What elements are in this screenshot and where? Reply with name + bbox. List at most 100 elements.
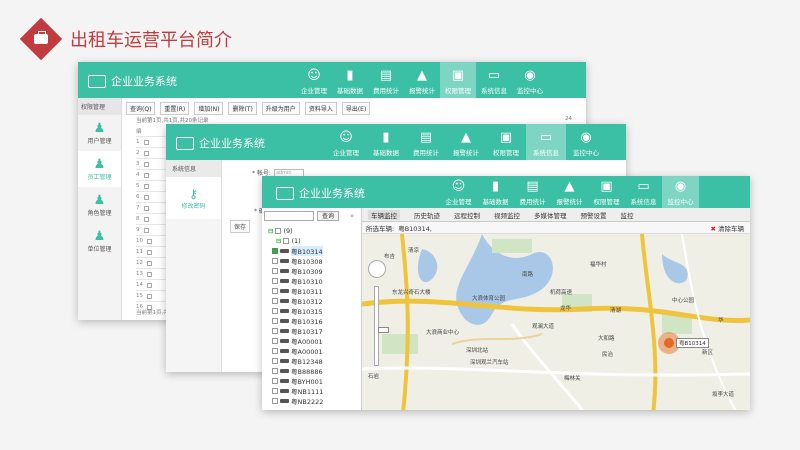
row-checkbox[interactable] — [143, 172, 149, 178]
upgrade-button[interactable]: 升级为用户 — [261, 102, 300, 115]
tree-checkbox[interactable] — [272, 348, 278, 354]
nav-system[interactable]: ▭ 系统信息 — [625, 176, 662, 208]
tree-checkbox[interactable] — [272, 388, 278, 394]
zoom-handle[interactable] — [378, 327, 389, 333]
row-checkbox[interactable] — [143, 150, 149, 156]
row-checkbox[interactable] — [147, 271, 152, 277]
nav-base-data[interactable]: ▮ 基础数据 — [332, 62, 368, 98]
row-checkbox[interactable] — [143, 205, 149, 211]
nav-alarm[interactable]: ▲ 报警统计 — [404, 62, 440, 98]
nav-monitor[interactable]: ◉ 监控中心 — [512, 62, 548, 98]
list-item[interactable]: 粤B12348 — [268, 356, 323, 366]
sidebar-item-roles[interactable]: ♟ 角色管理 — [78, 187, 121, 223]
nav-base-data[interactable]: ▮ 基础数据 — [477, 176, 514, 208]
reset-button[interactable]: 重置(R) — [160, 102, 190, 115]
list-item[interactable]: 粤B10312 — [268, 296, 323, 306]
nav-permission[interactable]: ▣ 权限管理 — [588, 176, 625, 208]
list-item[interactable]: 粤NB1111 — [268, 386, 323, 396]
nav-monitor[interactable]: ◉ 监控中心 — [662, 176, 699, 208]
row-checkbox[interactable] — [147, 238, 152, 244]
tree-checkbox[interactable] — [272, 248, 278, 254]
list-item[interactable]: 粤BYH001 — [268, 376, 323, 386]
tab-history-track[interactable]: 历史轨迹 — [414, 210, 440, 220]
tree-checkbox[interactable] — [272, 358, 278, 364]
expand-icon[interactable]: ⊟ — [276, 237, 281, 245]
list-item[interactable]: 粤B10308 — [268, 256, 323, 266]
row-checkbox[interactable] — [143, 216, 149, 222]
export-button[interactable]: 导出(E) — [341, 102, 371, 115]
row-checkbox[interactable] — [147, 249, 152, 255]
tab-monitor[interactable]: 监控 — [621, 210, 634, 220]
nav-base-data[interactable]: ▮ 基础数据 — [366, 124, 406, 160]
tree-checkbox[interactable] — [272, 298, 278, 304]
nav-cost[interactable]: ▤ 费用统计 — [368, 62, 404, 98]
tree-checkbox[interactable] — [272, 398, 278, 404]
tree-group[interactable]: ⊟ (1) — [268, 236, 323, 246]
map-view[interactable]: 布吉 清凉 东龙兴奇石大楼 大浪体育公园 大浪商业中心 深圳北站 清湖 观澜大道… — [362, 222, 750, 410]
sidebar-item-users[interactable]: ♟ 用户管理 — [78, 115, 121, 151]
tree-checkbox[interactable] — [272, 268, 278, 274]
tree-checkbox[interactable] — [272, 328, 278, 334]
row-checkbox[interactable] — [143, 183, 149, 189]
nav-permission[interactable]: ▣ 权限管理 — [486, 124, 526, 160]
sidebar-item-change-password[interactable]: ⚷ 修改密码 — [166, 177, 221, 219]
vehicle-marker[interactable]: 粤B10314 — [658, 332, 709, 354]
pan-control-icon[interactable] — [368, 260, 386, 278]
tree-checkbox[interactable] — [272, 338, 278, 344]
nav-monitor[interactable]: ◉ 监控中心 — [566, 124, 606, 160]
nav-enterprise[interactable]: ☺ 企业管理 — [326, 124, 366, 160]
nav-enterprise[interactable]: ☺ 企业管理 — [440, 176, 477, 208]
import-button[interactable]: 资料导入 — [304, 102, 337, 115]
row-checkbox[interactable] — [143, 139, 149, 145]
nav-permission[interactable]: ▣ 权限管理 — [440, 62, 476, 98]
list-item[interactable]: 粤B88886 — [268, 366, 323, 376]
nav-cost[interactable]: ▤ 费用统计 — [406, 124, 446, 160]
tree-root[interactable]: ⊟ (9) — [268, 226, 323, 236]
nav-alarm[interactable]: ▲ 报警统计 — [446, 124, 486, 160]
list-item[interactable]: 粤B10309 — [268, 266, 323, 276]
search-input[interactable] — [264, 211, 314, 221]
expand-icon[interactable]: ⊟ — [268, 227, 273, 235]
tree-checkbox[interactable] — [272, 288, 278, 294]
tree-checkbox[interactable] — [272, 368, 278, 374]
list-item[interactable]: 粤B10317 — [268, 326, 323, 336]
tab-vehicle-monitor[interactable]: 车辆监控 — [368, 209, 400, 220]
nav-system[interactable]: ▭ 系统信息 — [476, 62, 512, 98]
tab-media[interactable]: 多媒体管理 — [534, 210, 567, 220]
tab-alert-settings[interactable]: 预警设置 — [581, 210, 607, 220]
sidebar-item-staff[interactable]: ♟ 员工管理 — [78, 151, 121, 187]
list-item[interactable]: 粤B10310 — [268, 276, 323, 286]
tree-checkbox[interactable] — [272, 318, 278, 324]
delete-button[interactable]: 删除(T) — [228, 102, 257, 115]
tree-checkbox[interactable] — [272, 278, 278, 284]
list-item[interactable]: 粤NB2222 — [268, 396, 323, 406]
nav-cost[interactable]: ▤ 费用统计 — [514, 176, 551, 208]
query-button[interactable]: 查询(Q) — [126, 102, 156, 115]
tree-checkbox[interactable] — [283, 238, 290, 244]
list-item[interactable]: 粤A00001 — [268, 336, 323, 346]
tab-remote-control[interactable]: 远程控制 — [454, 210, 480, 220]
search-button[interactable]: 查询 — [317, 211, 340, 221]
nav-enterprise[interactable]: ☺ 企业管理 — [296, 62, 332, 98]
tree-checkbox[interactable] — [272, 308, 278, 314]
tree-checkbox[interactable] — [272, 258, 278, 264]
row-checkbox[interactable] — [143, 227, 149, 233]
save-button[interactable]: 保存 — [230, 220, 251, 233]
row-checkbox[interactable] — [143, 161, 149, 167]
list-item[interactable]: 粤B10314 — [268, 246, 323, 256]
row-checkbox[interactable] — [147, 293, 152, 299]
tree-checkbox[interactable] — [272, 378, 278, 384]
add-button[interactable]: 增加(N) — [194, 102, 224, 115]
zoom-slider[interactable] — [374, 286, 389, 366]
row-checkbox[interactable] — [147, 260, 152, 266]
nav-alarm[interactable]: ▲ 报警统计 — [551, 176, 588, 208]
collapse-icon[interactable]: » — [350, 212, 354, 220]
row-checkbox[interactable] — [147, 282, 152, 288]
tab-video[interactable]: 视频监控 — [494, 210, 520, 220]
list-item[interactable]: 粤B10311 — [268, 286, 323, 296]
row-checkbox[interactable] — [143, 194, 149, 200]
tree-checkbox[interactable] — [275, 228, 282, 234]
clear-vehicles-button[interactable]: ✖ 清除车辆 — [710, 223, 744, 233]
list-item[interactable]: 粤B10316 — [268, 316, 323, 326]
sidebar-item-units[interactable]: ♟ 单位管理 — [78, 223, 121, 259]
